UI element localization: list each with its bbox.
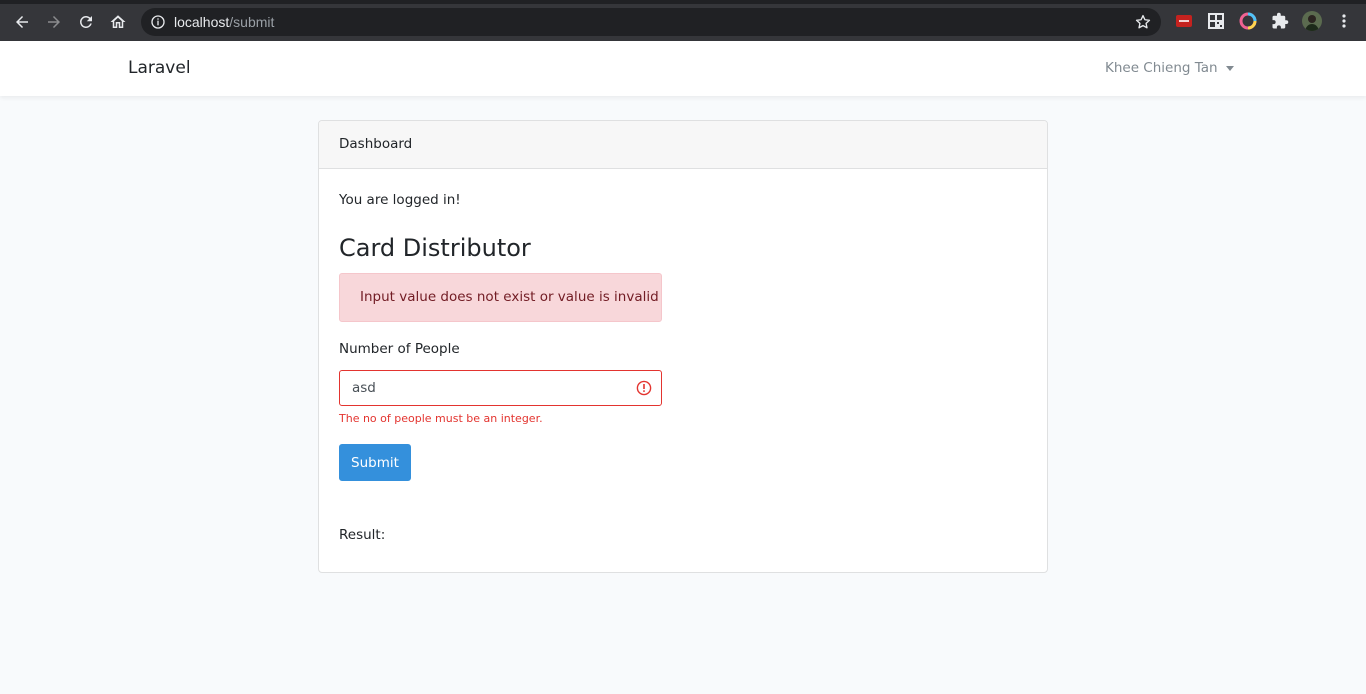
bookmark-star-icon[interactable]	[1134, 13, 1152, 31]
puzzle-extensions-icon[interactable]	[1271, 12, 1289, 30]
page-title: Card Distributor	[339, 234, 531, 262]
people-label: Number of People	[339, 341, 460, 357]
card-header: Dashboard	[319, 121, 1047, 169]
browser-toolbar: localhost/submit	[0, 0, 1366, 41]
brand-link[interactable]: Laravel	[128, 58, 191, 78]
address-bar[interactable]: localhost/submit	[141, 8, 1161, 36]
submit-button[interactable]: Submit	[339, 444, 411, 481]
people-input[interactable]	[339, 370, 662, 406]
arrow-left-icon	[16, 16, 28, 28]
forward-button[interactable]	[41, 9, 67, 35]
back-button[interactable]	[9, 9, 35, 35]
reload-button[interactable]	[73, 9, 99, 35]
error-alert: Input value does not exist or value is i…	[339, 273, 662, 322]
people-input-wrapper	[339, 370, 662, 406]
result-label: Result:	[339, 527, 386, 543]
logged-in-message: You are logged in!	[339, 192, 461, 208]
info-icon[interactable]	[150, 14, 166, 30]
profile-avatar[interactable]	[1302, 11, 1322, 31]
dashboard-card: Dashboard You are logged in! Card Distri…	[318, 120, 1048, 573]
tab-strip	[0, 0, 1366, 4]
reload-icon	[79, 15, 92, 28]
cors-extension-icon[interactable]	[1175, 12, 1193, 30]
app-navbar: Laravel Khee Chieng Tan	[0, 41, 1366, 96]
home-button[interactable]	[105, 9, 131, 35]
user-name: Khee Chieng Tan	[1105, 60, 1218, 76]
color-ring-extension-icon[interactable]	[1239, 12, 1257, 30]
error-icon	[636, 380, 652, 396]
user-dropdown[interactable]: Khee Chieng Tan	[1105, 60, 1234, 76]
home-icon	[110, 15, 126, 28]
qr-code-extension-icon[interactable]	[1207, 12, 1225, 30]
invalid-feedback: The no of people must be an integer.	[339, 412, 543, 425]
browser-menu-icon[interactable]	[1335, 12, 1353, 30]
caret-down-icon	[1225, 65, 1234, 71]
url-path: /submit	[229, 14, 275, 30]
arrow-right-icon	[48, 16, 60, 28]
url-host: localhost	[174, 14, 230, 30]
address-url[interactable]: localhost/submit	[174, 14, 274, 30]
